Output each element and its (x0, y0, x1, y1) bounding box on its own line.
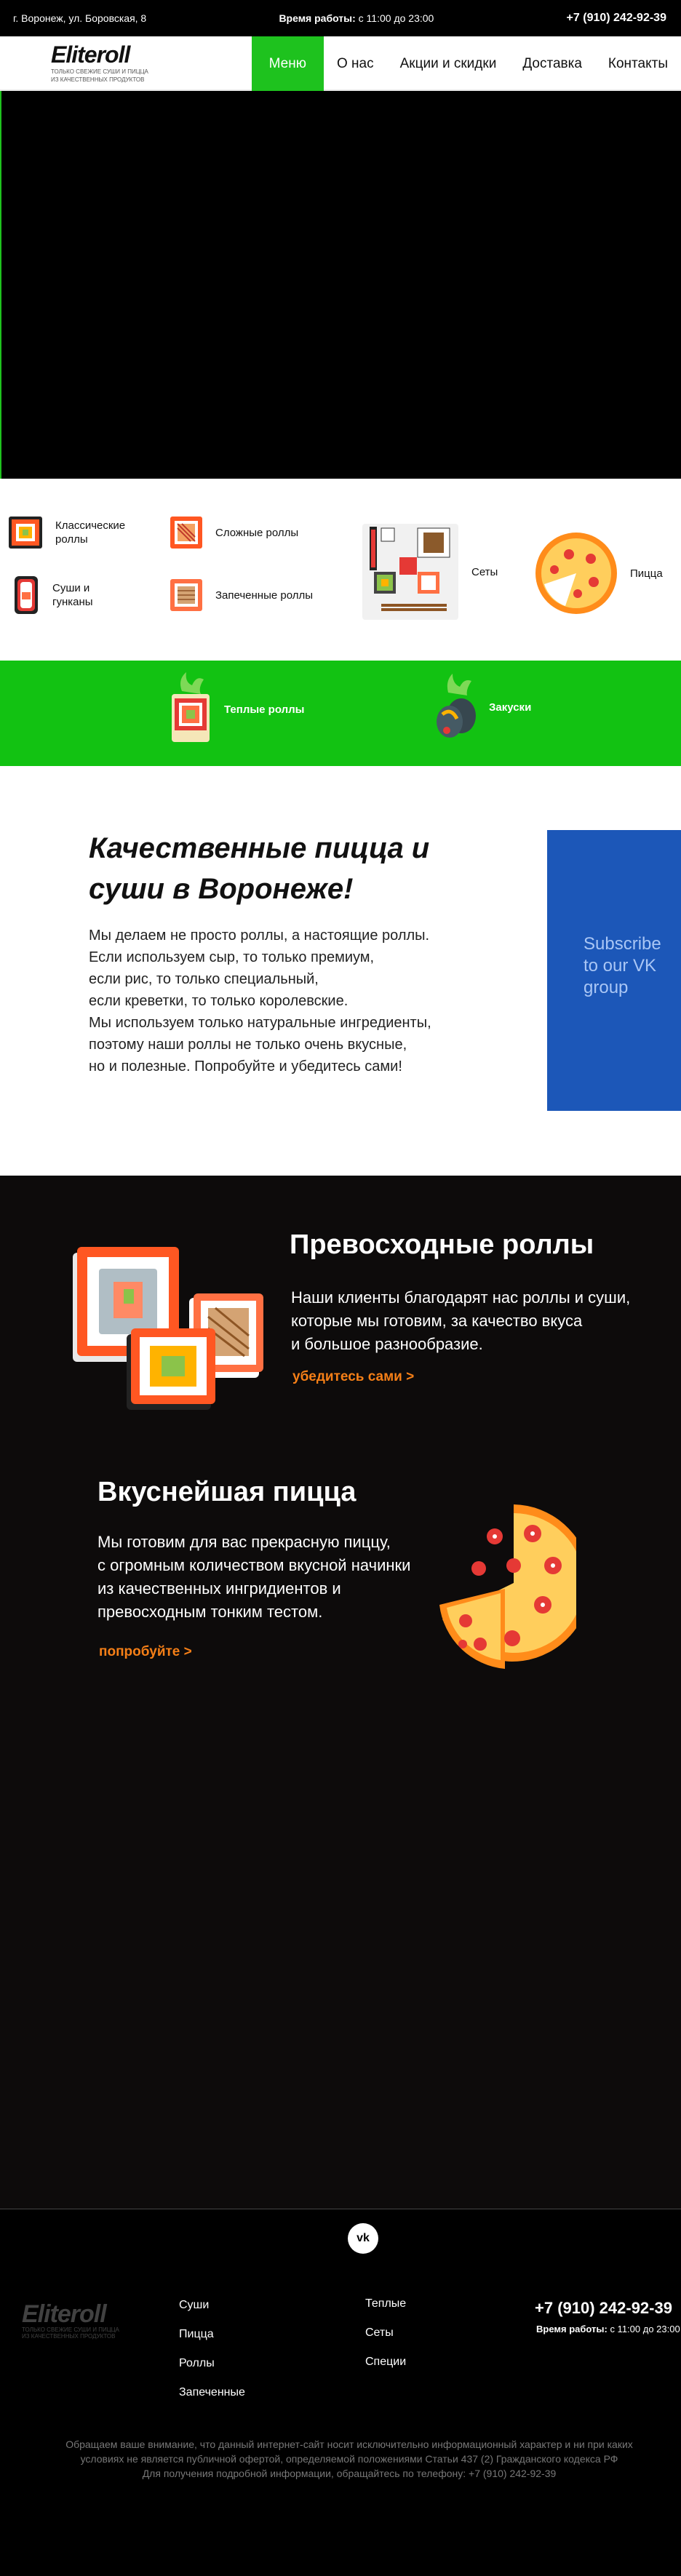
snacks-icon (437, 674, 476, 738)
category-classic-rolls[interactable]: Классические роллы (7, 514, 135, 551)
footer-logo-text: Eliteroll (22, 2300, 107, 2328)
about-line: Мы делаем не просто роллы, а настоящие р… (89, 928, 430, 944)
rolls-text-line: которые мы готовим, за качество вкуса (291, 1312, 583, 1330)
category-label: Закуски (489, 701, 532, 714)
classic-rolls-icon (9, 517, 42, 549)
hero-slider (0, 91, 681, 479)
rolls-text-line: Наши клиенты благодарят нас роллы и суши… (291, 1288, 631, 1307)
category-snacks[interactable]: Закуски (432, 671, 531, 743)
pizza-text-line: из качественных ингридиентов и (97, 1579, 341, 1598)
about-line: но и полезные. Попробуйте и убедитесь са… (89, 1058, 402, 1074)
top-bar: г. Воронеж, ул. Боровская, 8 Время работ… (0, 0, 681, 36)
category-label: Пицца (630, 567, 663, 580)
category-label: Классические роллы (55, 519, 126, 546)
nav-contacts[interactable]: Контакты (595, 36, 681, 91)
working-hours: Время работы: с 11:00 до 23:00 (279, 12, 434, 24)
category-sushi[interactable]: Суши и гунканы (10, 573, 111, 617)
pizza-text-line: Мы готовим для вас прекрасную пиццу, (97, 1533, 391, 1551)
about-line: Мы используем только натуральные ингреди… (89, 1015, 431, 1031)
category-pizza[interactable]: Пицца (533, 530, 663, 617)
pizza-icon (535, 533, 617, 614)
footer-logo-tagline: только свежие суши и пицца (22, 2326, 119, 2333)
nav-menu[interactable]: Меню (251, 36, 324, 91)
promo-section: Превосходные роллы Наши клиенты благодар… (0, 1176, 681, 2209)
nav-about[interactable]: О нас (324, 36, 387, 91)
featured-categories: Теплые роллы Закуски (0, 661, 681, 766)
category-label: Суши и гунканы (52, 582, 93, 608)
logo[interactable]: Eliteroll только свежие суши и пицца из … (51, 42, 167, 83)
about-line: поэтому наши роллы не только очень вкусн… (89, 1037, 407, 1053)
footer: vk Eliteroll только свежие суши и пицца … (0, 2209, 681, 2576)
rolls-text: Наши клиенты благодарят нас роллы и суши… (291, 1286, 630, 1356)
category-label: Теплые роллы (224, 703, 305, 716)
footer-hours-value: с 11:00 до 23:00 (607, 2324, 680, 2334)
category-baked-rolls[interactable]: Запеченные роллы (167, 576, 313, 614)
footer-link-rolls[interactable]: Роллы (179, 2357, 215, 2370)
rolls-text-line: и большое разнообразие. (291, 1335, 483, 1353)
about-line: Если используем сыр, то только премиум, (89, 949, 375, 965)
about-text: Мы делаем не просто роллы, а настоящие р… (89, 925, 496, 1077)
pizza-illustration (439, 1504, 576, 1669)
footer-hours: Время работы: с 11:00 до 23:00 (536, 2324, 680, 2334)
category-label: Сложные роллы (215, 526, 299, 539)
legal-notice: Обращаем ваше внимание, что данный интер… (44, 2437, 655, 2481)
footer-link-spices[interactable]: Специи (365, 2356, 406, 2369)
sets-icon (362, 524, 458, 620)
about-line: если креветки, то только королевские. (89, 993, 349, 1009)
header: Eliteroll только свежие суши и пицца из … (0, 36, 681, 91)
rolls-illustration (73, 1247, 263, 1410)
footer-link-sets[interactable]: Сеты (365, 2326, 394, 2340)
logo-tagline: из качественных продуктов (51, 76, 145, 83)
about-title: Качественные пицца и суши в Воронеже! (89, 832, 430, 905)
footer-link-pizza[interactable]: Пицца (179, 2328, 214, 2341)
hours-label: Время работы: (279, 12, 356, 24)
phone-link[interactable]: +7 (910) 242-92-39 (567, 12, 666, 25)
nav-delivery[interactable]: Доставка (509, 36, 595, 91)
pizza-link[interactable]: попробуйте > (99, 1644, 192, 1660)
footer-phone[interactable]: +7 (910) 242-92-39 (535, 2299, 672, 2318)
sushi-icon (15, 576, 38, 614)
pizza-text-line: с огромным количеством вкусной начинки (97, 1556, 411, 1574)
categories: Классические роллы Сложные роллы Суши и … (0, 479, 681, 661)
vk-widget-text: Subscribe to our VK group (584, 934, 661, 997)
category-label: Запеченные роллы (215, 589, 314, 602)
logo-text: Eliteroll (51, 41, 130, 68)
nav-promotions[interactable]: Акции и скидки (387, 36, 510, 91)
complex-rolls-icon (170, 517, 202, 549)
footer-link-baked[interactable]: Запеченные (179, 2386, 245, 2399)
footer-logo[interactable]: Eliteroll только свежие суши и пицца из … (22, 2302, 119, 2340)
address: г. Воронеж, ул. Боровская, 8 (13, 12, 147, 24)
pizza-title: Вкуснейшая пицца (97, 1477, 357, 1507)
footer-hours-label: Время работы: (536, 2324, 608, 2334)
vk-icon[interactable]: vk (348, 2223, 378, 2254)
footer-link-warm[interactable]: Теплые (365, 2297, 406, 2310)
main-nav: Меню О нас Акции и скидки Доставка Конта… (251, 36, 681, 91)
rolls-title: Превосходные роллы (290, 1229, 594, 1260)
category-label: Сеты (471, 565, 498, 578)
category-complex-rolls[interactable]: Сложные роллы (167, 514, 298, 551)
legal-notice-line: Обращаем ваше внимание, что данный интер… (65, 2439, 633, 2450)
about-line: если рис, то только специальный, (89, 971, 319, 987)
category-warm-rolls[interactable]: Теплые роллы (167, 669, 305, 749)
pizza-text-line: превосходным тонким тестом. (97, 1603, 323, 1621)
vk-group-widget[interactable]: Subscribe to our VK group (547, 830, 681, 1111)
baked-rolls-icon (170, 579, 202, 611)
rolls-link[interactable]: убедитесь сами > (292, 1369, 414, 1385)
warm-rolls-icon (172, 672, 210, 742)
legal-notice-line: условиях не является публичной офертой, … (80, 2453, 618, 2465)
footer-logo-tagline: из качественных продуктов (22, 2333, 116, 2340)
legal-notice-line: Для получения подробной информации, обра… (142, 2468, 557, 2479)
category-sets[interactable]: Сеты (359, 521, 498, 623)
pizza-text: Мы готовим для вас прекрасную пиццу, с о… (97, 1531, 410, 1624)
logo-tagline: только свежие суши и пицца (51, 68, 148, 75)
hours-value: с 11:00 до 23:00 (355, 12, 434, 24)
footer-link-sushi[interactable]: Суши (179, 2299, 209, 2312)
about-section: Качественные пицца и суши в Воронеже! Мы… (0, 766, 681, 1176)
page: г. Воронеж, ул. Боровская, 8 Время работ… (0, 0, 681, 2576)
